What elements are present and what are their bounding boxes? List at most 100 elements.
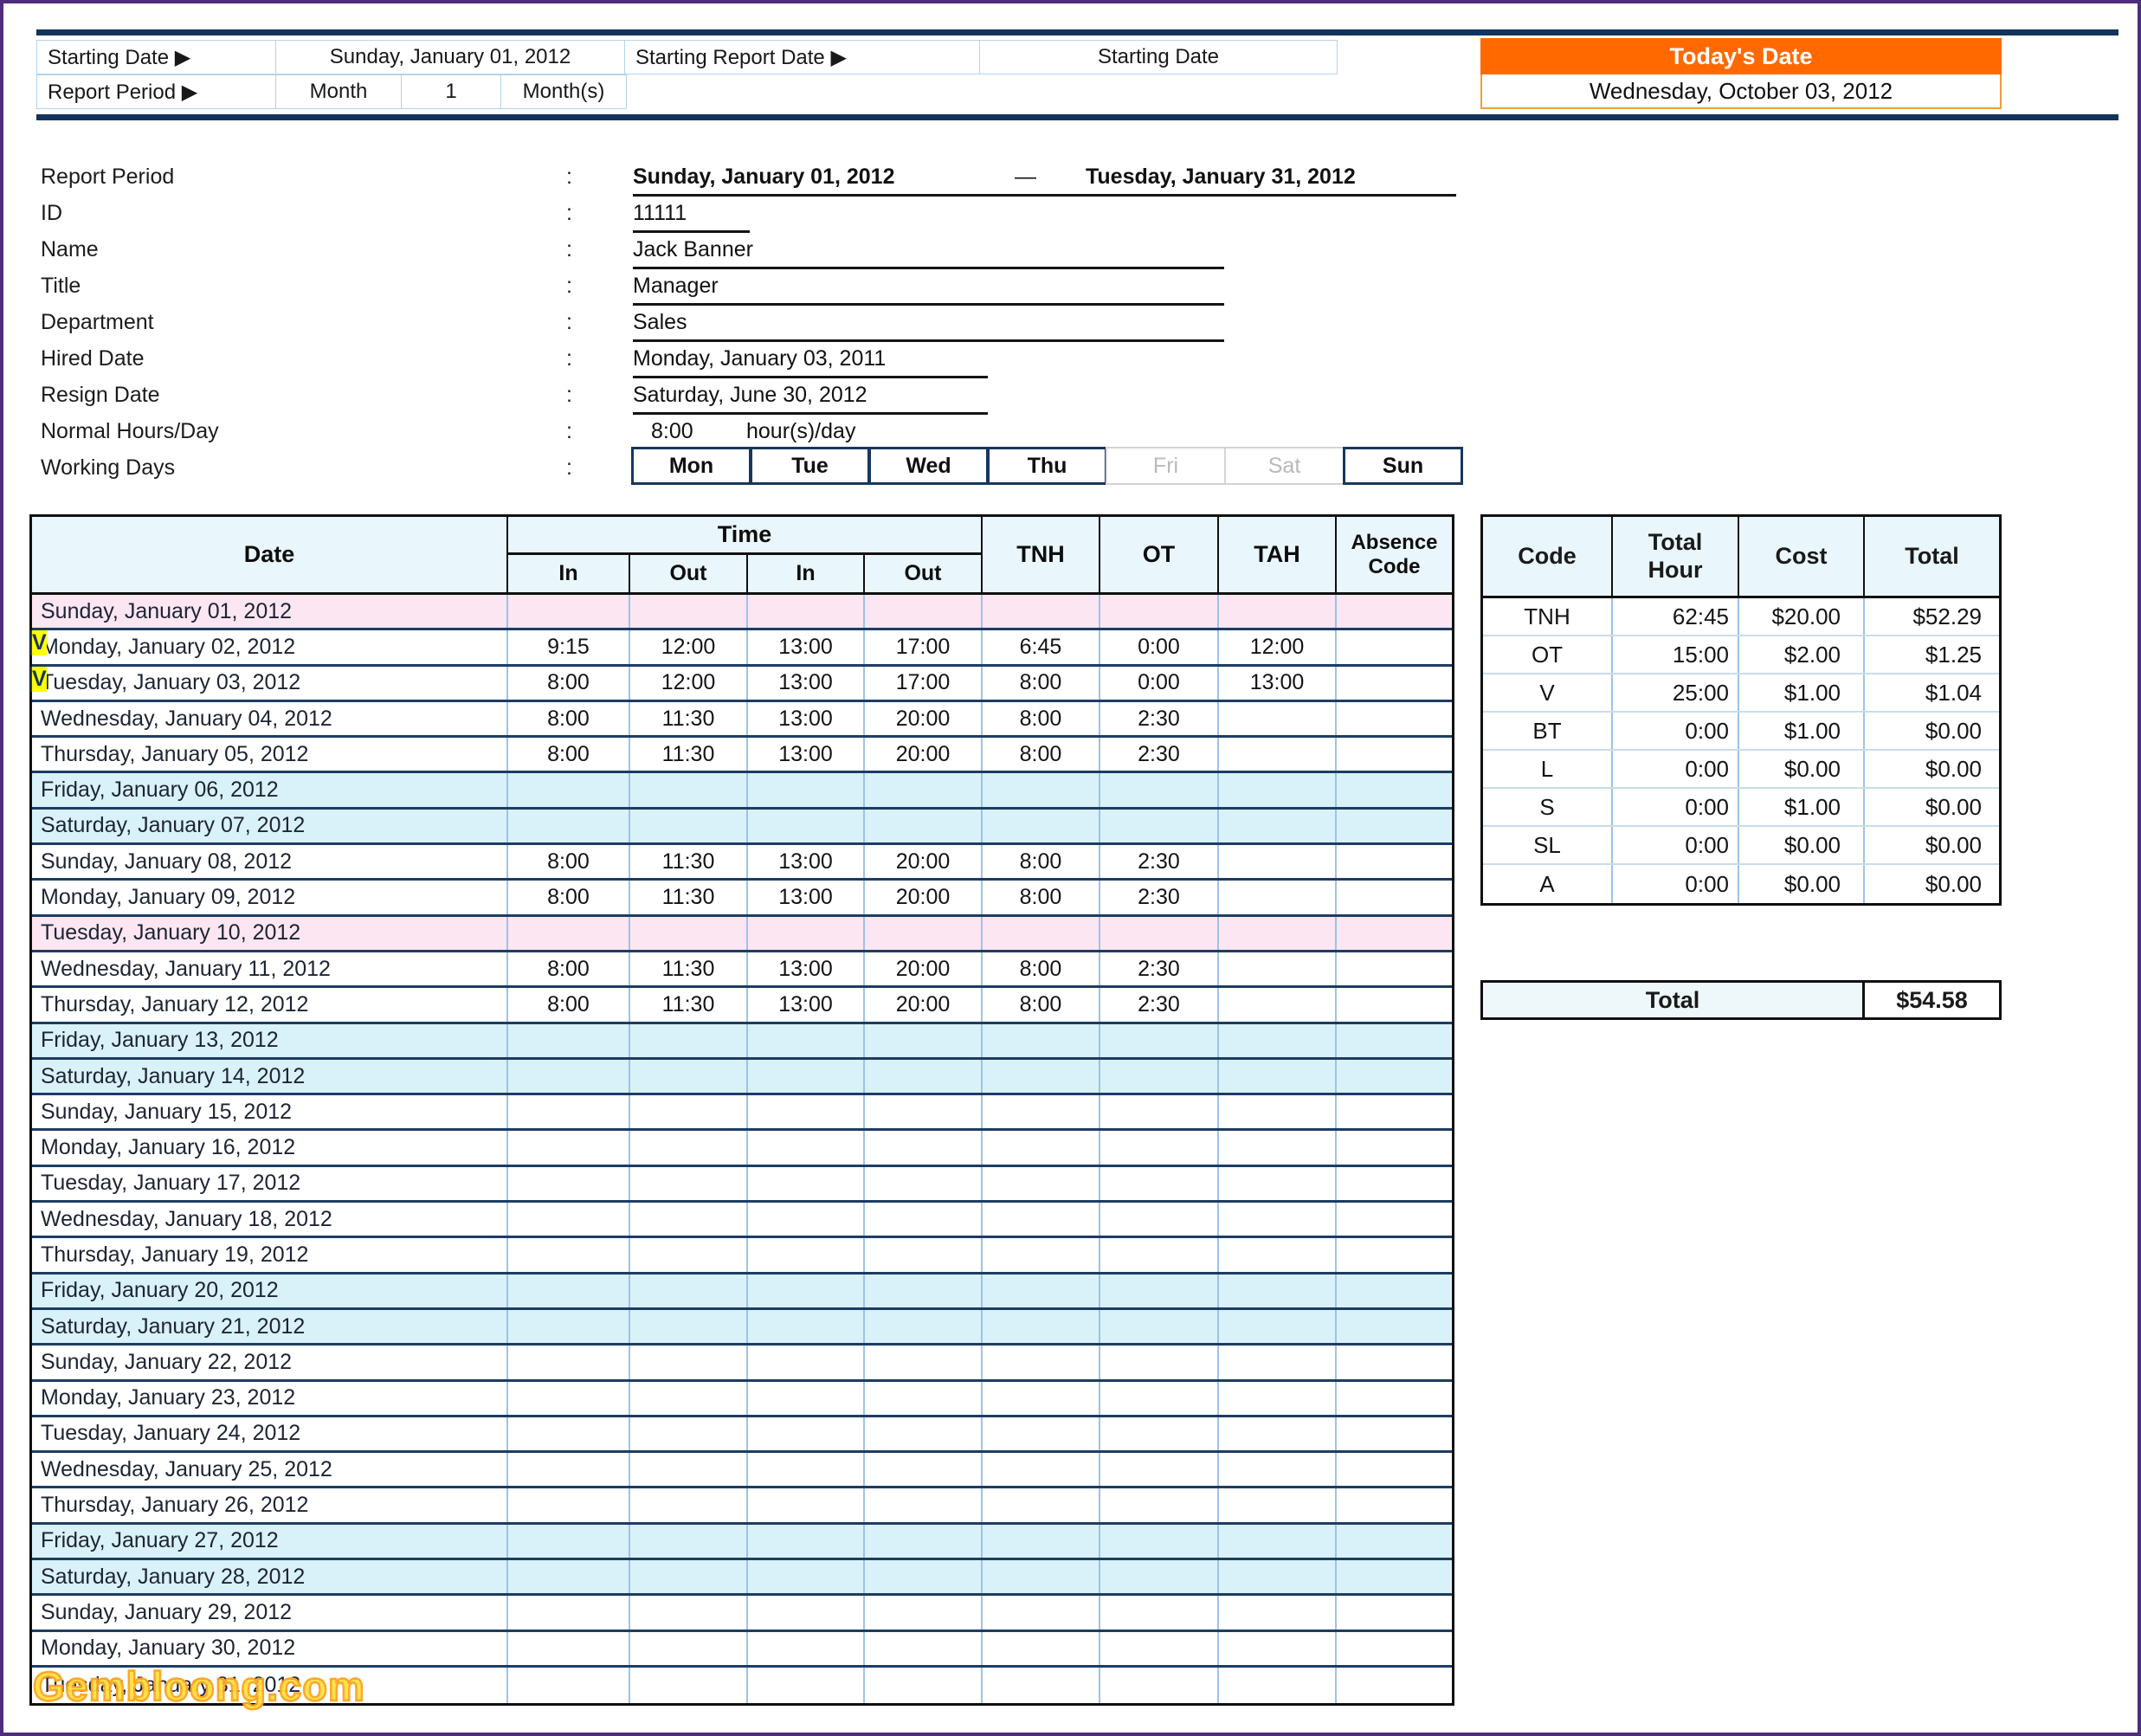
cost-cell[interactable]: $0.00 (1739, 827, 1865, 863)
time-in1-cell[interactable] (508, 1059, 630, 1094)
time-in1-cell[interactable] (508, 1166, 630, 1201)
time-out1-cell[interactable] (630, 809, 748, 843)
time-out2-cell[interactable] (865, 773, 983, 807)
time-out1-cell[interactable]: 11:30 (630, 988, 748, 1022)
time-out1-cell[interactable] (630, 1524, 748, 1559)
time-in1-cell[interactable] (508, 809, 630, 843)
time-in2-cell[interactable] (748, 1488, 865, 1522)
working-day-toggle[interactable]: Mon (631, 447, 751, 485)
time-out2-cell[interactable] (865, 595, 983, 629)
report-period-unit-cell[interactable]: Month (275, 74, 402, 109)
time-out1-cell[interactable] (630, 1667, 748, 1704)
time-in1-cell[interactable]: 9:15 (508, 630, 630, 664)
time-out2-cell[interactable] (865, 1560, 983, 1594)
time-out2-cell[interactable] (865, 1381, 983, 1415)
cost-cell[interactable]: $1.00 (1739, 713, 1865, 749)
time-in1-cell[interactable]: 8:00 (508, 701, 630, 736)
time-out1-cell[interactable] (630, 1203, 748, 1236)
time-out1-cell[interactable]: 11:30 (630, 845, 748, 879)
time-out2-cell[interactable] (865, 1166, 983, 1201)
time-out2-cell[interactable] (865, 1417, 983, 1451)
time-in1-cell[interactable] (508, 1095, 630, 1129)
time-out1-cell[interactable] (630, 1631, 748, 1665)
time-out2-cell[interactable] (865, 1667, 983, 1704)
time-out2-cell[interactable] (865, 1346, 983, 1379)
time-out2-cell[interactable] (865, 809, 983, 843)
time-in2-cell[interactable] (748, 1453, 865, 1487)
absence-code-cell[interactable]: V (30, 666, 47, 692)
time-in2-cell[interactable] (748, 1309, 865, 1344)
time-out2-cell[interactable] (865, 1309, 983, 1344)
report-period-count-cell[interactable]: 1 (401, 74, 501, 109)
time-out2-cell[interactable]: 17:00 (865, 630, 983, 664)
time-in2-cell[interactable] (748, 1131, 865, 1165)
time-in1-cell[interactable] (508, 1453, 630, 1487)
time-in1-cell[interactable]: 8:00 (508, 845, 630, 879)
time-in1-cell[interactable] (508, 1023, 630, 1057)
time-out2-cell[interactable] (865, 1131, 983, 1165)
time-in1-cell[interactable] (508, 1309, 630, 1344)
time-out1-cell[interactable] (630, 1059, 748, 1094)
working-day-toggle[interactable]: Tue (750, 447, 870, 485)
time-in1-cell[interactable] (508, 1596, 630, 1630)
cost-cell[interactable]: $0.00 (1739, 751, 1865, 787)
normal-hours-value[interactable]: 8:00 (651, 419, 693, 444)
time-out2-cell[interactable] (865, 1203, 983, 1236)
time-out2-cell[interactable] (865, 1631, 983, 1665)
time-in1-cell[interactable] (508, 1274, 630, 1307)
time-in2-cell[interactable]: 13:00 (748, 988, 865, 1022)
time-out2-cell[interactable] (865, 1488, 983, 1522)
time-in2-cell[interactable] (748, 809, 865, 843)
time-out1-cell[interactable]: 11:30 (630, 701, 748, 736)
time-in2-cell[interactable] (748, 1524, 865, 1559)
time-out1-cell[interactable] (630, 1417, 748, 1451)
time-out2-cell[interactable] (865, 1238, 983, 1272)
id-value[interactable]: 11111 (633, 201, 687, 226)
time-in2-cell[interactable] (748, 1381, 865, 1415)
time-out2-cell[interactable] (865, 916, 983, 950)
time-out1-cell[interactable]: 11:30 (630, 738, 748, 771)
time-in2-cell[interactable] (748, 1203, 865, 1236)
working-day-toggle[interactable]: Sun (1343, 447, 1463, 485)
time-out2-cell[interactable] (865, 1524, 983, 1559)
time-in1-cell[interactable] (508, 1203, 630, 1236)
time-in2-cell[interactable]: 13:00 (748, 630, 865, 664)
name-value[interactable]: Jack Banner (633, 237, 753, 262)
time-in1-cell[interactable] (508, 1131, 630, 1165)
time-in1-cell[interactable]: 8:00 (508, 666, 630, 700)
time-in2-cell[interactable]: 13:00 (748, 952, 865, 986)
time-out1-cell[interactable] (630, 1453, 748, 1487)
cost-cell[interactable]: $20.00 (1739, 598, 1865, 635)
time-out1-cell[interactable] (630, 1488, 748, 1522)
time-in1-cell[interactable] (508, 1346, 630, 1379)
time-out2-cell[interactable] (865, 1095, 983, 1129)
absence-code-cell[interactable]: V (30, 630, 47, 656)
time-in2-cell[interactable] (748, 1346, 865, 1379)
hired-date-value[interactable]: Monday, January 03, 2011 (633, 346, 886, 371)
time-out1-cell[interactable] (630, 773, 748, 807)
time-out1-cell[interactable] (630, 1346, 748, 1379)
starting-date-value-cell[interactable]: Sunday, January 01, 2012 (275, 40, 625, 74)
report-period-start[interactable]: Sunday, January 01, 2012 (633, 165, 894, 190)
time-in1-cell[interactable] (508, 1381, 630, 1415)
time-in2-cell[interactable]: 13:00 (748, 845, 865, 879)
time-in1-cell[interactable] (508, 1488, 630, 1522)
time-out1-cell[interactable] (630, 1381, 748, 1415)
time-in2-cell[interactable] (748, 773, 865, 807)
time-in1-cell[interactable]: 8:00 (508, 952, 630, 986)
working-day-toggle[interactable]: Thu (987, 447, 1107, 485)
time-out1-cell[interactable] (630, 1560, 748, 1594)
time-out1-cell[interactable]: 11:30 (630, 952, 748, 986)
working-day-toggle[interactable]: Sat (1224, 447, 1345, 485)
time-out2-cell[interactable] (865, 1453, 983, 1487)
time-in2-cell[interactable] (748, 1667, 865, 1704)
cost-cell[interactable]: $0.00 (1739, 865, 1865, 903)
time-in2-cell[interactable] (748, 595, 865, 629)
time-out2-cell[interactable]: 20:00 (865, 845, 983, 879)
time-in1-cell[interactable] (508, 1238, 630, 1272)
time-out2-cell[interactable]: 20:00 (865, 988, 983, 1022)
time-out2-cell[interactable] (865, 1596, 983, 1630)
cost-cell[interactable]: $2.00 (1739, 636, 1865, 673)
time-out1-cell[interactable] (630, 1023, 748, 1057)
time-in1-cell[interactable] (508, 773, 630, 807)
